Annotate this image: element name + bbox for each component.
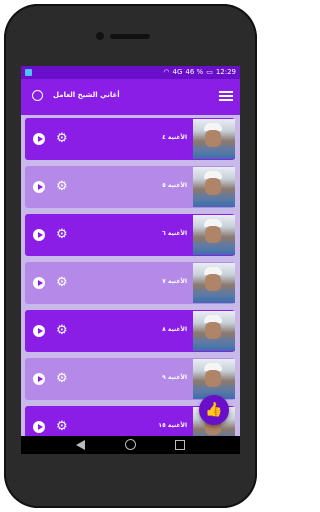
song-thumbnail: [193, 263, 235, 303]
song-row[interactable]: ⚙ الأغنية ٥: [25, 166, 235, 208]
gear-icon[interactable]: ⚙: [56, 132, 68, 145]
gear-icon[interactable]: ⚙: [56, 420, 68, 433]
menu-icon[interactable]: [219, 91, 233, 103]
speaker: [110, 34, 150, 39]
song-thumbnail: [193, 215, 235, 255]
battery-label: 46 %: [185, 68, 204, 76]
song-thumbnail: [193, 119, 235, 159]
thumbs-up-icon: 👍: [205, 402, 223, 418]
song-title: الأغنية ٨: [162, 326, 187, 333]
song-row[interactable]: ⚙ الأغنية ٨: [25, 310, 235, 352]
home-icon[interactable]: [125, 439, 136, 450]
song-title: الأغنية ٩: [162, 374, 187, 381]
recents-icon[interactable]: [175, 440, 185, 450]
screen: ◠ 4G 46 % ▭ 12:29 أغاني الشيخ العامل ⚙ ا…: [21, 66, 240, 436]
play-icon[interactable]: [33, 277, 45, 289]
sad-face-icon[interactable]: [32, 90, 43, 101]
play-icon[interactable]: [33, 229, 45, 241]
gear-icon[interactable]: ⚙: [56, 372, 68, 385]
app-title: أغاني الشيخ العامل: [53, 91, 120, 99]
song-row[interactable]: ⚙ الأغنية ٤: [25, 118, 235, 160]
gear-icon[interactable]: ⚙: [56, 228, 68, 241]
song-title: الأغنية ٦: [162, 230, 187, 237]
gear-icon[interactable]: ⚙: [56, 324, 68, 337]
song-row[interactable]: ⚙ الأغنية ٧: [25, 262, 235, 304]
camera: [96, 32, 104, 40]
thumbs-up-button[interactable]: 👍: [199, 395, 229, 425]
wifi-icon: ◠: [163, 68, 170, 76]
play-icon[interactable]: [33, 373, 45, 385]
status-bar: ◠ 4G 46 % ▭ 12:29: [21, 66, 240, 79]
battery-icon: ▭: [206, 68, 213, 76]
back-icon[interactable]: [76, 440, 85, 450]
clock: 12:29: [215, 68, 236, 76]
notification-icon: [25, 69, 32, 76]
song-row[interactable]: ⚙ الأغنية ٦: [25, 214, 235, 256]
song-title: الأغنية ٧: [162, 278, 187, 285]
song-thumbnail: [193, 167, 235, 207]
song-row[interactable]: ⚙ الأغنية ٩: [25, 358, 235, 400]
play-icon[interactable]: [33, 325, 45, 337]
song-title: الأغنية ٤: [162, 134, 187, 141]
song-thumbnail: [193, 359, 235, 399]
signal-label: 4G: [172, 68, 183, 76]
play-icon[interactable]: [33, 181, 45, 193]
song-title: الأغنية ١٥: [158, 422, 187, 429]
song-title: الأغنية ٥: [162, 182, 187, 189]
nav-bar: [21, 436, 240, 454]
app-bar: أغاني الشيخ العامل: [21, 79, 240, 115]
gear-icon[interactable]: ⚙: [56, 180, 68, 193]
play-icon[interactable]: [33, 133, 45, 145]
song-thumbnail: [193, 311, 235, 351]
play-icon[interactable]: [33, 421, 45, 433]
gear-icon[interactable]: ⚙: [56, 276, 68, 289]
status-right: ◠ 4G 46 % ▭ 12:29: [163, 66, 236, 79]
